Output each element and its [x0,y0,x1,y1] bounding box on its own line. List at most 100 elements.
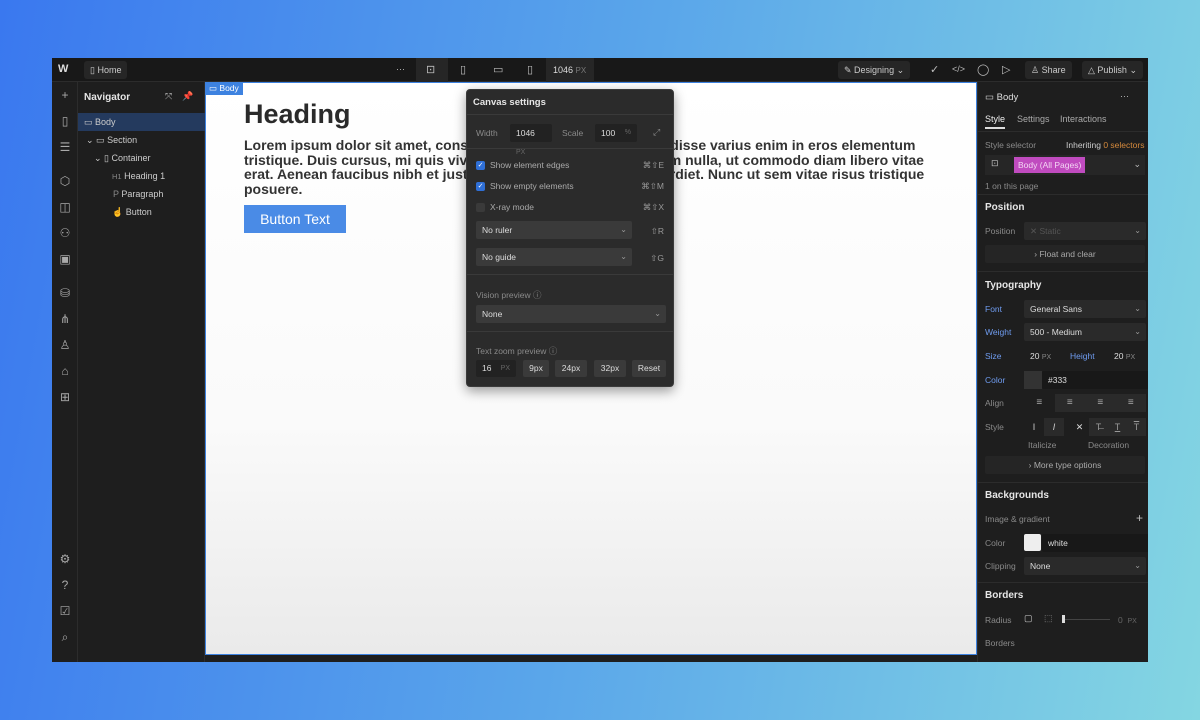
webflow-designer: W ▯ Home ··· ⊡ ▯ ▭ ▯ 1046 PX ✎ Designing… [52,58,1148,662]
check-icon[interactable]: ✓ [930,63,939,76]
selector-field[interactable]: ⊡ Body (All Pages) ⌄ [985,155,1145,175]
font-size-input[interactable]: 20 PX [1024,347,1064,365]
selector-icon: ⊡ [991,158,999,168]
nav-item-section[interactable]: ⌄ ▭ Section [78,131,205,149]
checkbox-unchecked[interactable] [476,203,485,212]
underline-icon[interactable]: T [1108,418,1127,436]
italic-off-icon[interactable]: I [1024,418,1044,436]
ruler-dropdown[interactable]: No ruler ⌄ [476,221,632,239]
tab-style[interactable]: Style [985,114,1005,124]
ecommerce-icon[interactable]: ⌂ [58,364,72,378]
align-justify-icon[interactable]: ≡ [1116,394,1147,412]
vision-preview-dropdown[interactable]: None ⌄ [476,305,666,323]
more-icon[interactable]: ··· [396,64,405,74]
font-dropdown[interactable]: General Sans ⌄ [1024,300,1146,318]
checkbox-checked[interactable]: ✓ [476,161,485,170]
help-icon: ⓘ [548,346,558,356]
variables-icon[interactable]: ⚇ [58,226,72,240]
body-badge: ▭ Body [205,82,243,95]
shortcut-label: ⌘⇧M [641,181,664,191]
more-icon[interactable]: ··· [1120,91,1129,101]
canvas-width-button[interactable]: 1046 PX [546,58,594,82]
code-icon[interactable]: </> [952,64,965,74]
position-dropdown[interactable]: ✕ Static ⌄ [1024,222,1146,240]
font-color-input[interactable]: #333 [1042,371,1148,389]
canvas-scale-input[interactable]: 100 % [595,124,637,142]
color-swatch[interactable] [1024,371,1042,389]
canvas-settings-popover: Canvas settings Width 1046 PX Scale 100 … [466,89,674,387]
page-selector[interactable]: ▯ Home [84,61,128,79]
nav-item-paragraph[interactable]: P Paragraph [78,185,205,203]
tablet-icon[interactable]: ▯ [460,63,466,76]
style-panel: ▭ Body ··· Style Settings Interactions S… [977,82,1148,662]
radius-all-icon[interactable]: ▢ [1024,613,1033,624]
user-icon: ♙ [1031,65,1042,75]
align-center-icon[interactable]: ≡ [1055,394,1086,412]
share-button[interactable]: ♙ Share [1025,61,1072,79]
collapse-icon[interactable]: ⤧ [165,91,172,102]
mobile-icon[interactable]: ▯ [527,63,533,76]
align-left-icon[interactable]: ≡ [1024,394,1055,412]
audit-icon[interactable]: ☑ [58,604,72,618]
reset-button[interactable]: Reset [632,360,666,377]
nav-item-heading[interactable]: H1 Heading 1 [78,167,205,185]
styles-icon[interactable]: ◫ [58,200,72,214]
preset-24px-button[interactable]: 24px [555,360,587,377]
navigator-icon[interactable]: ☰ [58,140,72,154]
navigator-title: Navigator [84,92,131,103]
fit-icon[interactable]: ⤢ [653,127,660,138]
bg-color-input[interactable]: white [1042,534,1148,552]
tab-interactions[interactable]: Interactions [1060,114,1107,124]
radius-slider[interactable] [1062,619,1110,620]
checkbox-checked[interactable]: ✓ [476,182,485,191]
canvas-option-label: X-ray mode [490,202,534,212]
nav-item-body[interactable]: ▭ Body [78,113,205,131]
guide-dropdown[interactable]: No guide ⌄ [476,248,632,266]
desktop-breakpoint-icon[interactable]: ⊡ [426,63,435,76]
comment-icon[interactable]: ◯ [977,63,989,76]
italic-icon[interactable]: I [1044,418,1064,436]
cms-icon[interactable]: ⛁ [58,286,72,300]
help-icon: ⓘ [533,290,542,300]
designing-mode-dropdown[interactable]: ✎ Designing ⌄ [838,61,911,79]
preset-9px-button[interactable]: 9px [523,360,549,377]
clipping-dropdown[interactable]: None ⌄ [1024,557,1146,575]
settings-icon[interactable]: ⚙ [58,552,72,566]
container-icon: ▯ [104,153,112,163]
float-clear-toggle[interactable]: › Float and clear [985,245,1145,263]
webflow-logo[interactable]: W [58,63,68,75]
overline-icon[interactable]: T [1127,418,1146,436]
nav-item-button[interactable]: ☝ Button [78,203,205,221]
landscape-icon[interactable]: ▭ [493,63,503,76]
add-icon[interactable]: + [58,88,72,102]
strikethrough-icon[interactable]: T̶ [1089,418,1108,436]
radius-individual-icon[interactable]: ⬚ [1044,613,1053,624]
more-type-options[interactable]: › More type options [985,456,1145,474]
top-bar: W ▯ Home ··· ⊡ ▯ ▭ ▯ 1046 PX ✎ Designing… [52,58,1148,82]
align-right-icon[interactable]: ≡ [1085,394,1116,412]
apps-icon[interactable]: ⊞ [58,390,72,404]
selector-chip[interactable]: Body (All Pages) [1014,157,1086,173]
bg-color-swatch[interactable] [1024,534,1041,551]
canvas-heading[interactable]: Heading [244,99,351,130]
search-icon[interactable]: ⌕ [58,630,72,645]
play-icon[interactable]: ▷ [1002,63,1010,76]
weight-dropdown[interactable]: 500 - Medium ⌄ [1024,323,1146,341]
help-icon[interactable]: ? [58,578,72,592]
pin-icon[interactable]: 📌 [182,91,193,102]
canvas-width-input[interactable]: 1046 PX [510,124,552,156]
tab-settings[interactable]: Settings [1017,114,1050,124]
preset-32px-button[interactable]: 32px [594,360,626,377]
no-decoration-icon[interactable]: ✕ [1070,418,1089,436]
assets-icon[interactable]: ▣ [58,252,72,266]
logic-icon[interactable]: ⋔ [58,312,72,326]
canvas-button[interactable]: Button Text [244,205,346,233]
users-icon[interactable]: ♙ [58,338,72,352]
components-icon[interactable]: ⬡ [58,174,72,188]
publish-button[interactable]: △ Publish ⌄ [1082,61,1143,79]
text-zoom-input[interactable]: 16 PX [476,360,516,377]
nav-item-container[interactable]: ⌄ ▯ Container [78,149,205,167]
add-icon[interactable]: + [1136,511,1143,525]
line-height-input[interactable]: 20 PX [1108,347,1148,365]
pages-icon[interactable]: ▯ [58,114,72,128]
